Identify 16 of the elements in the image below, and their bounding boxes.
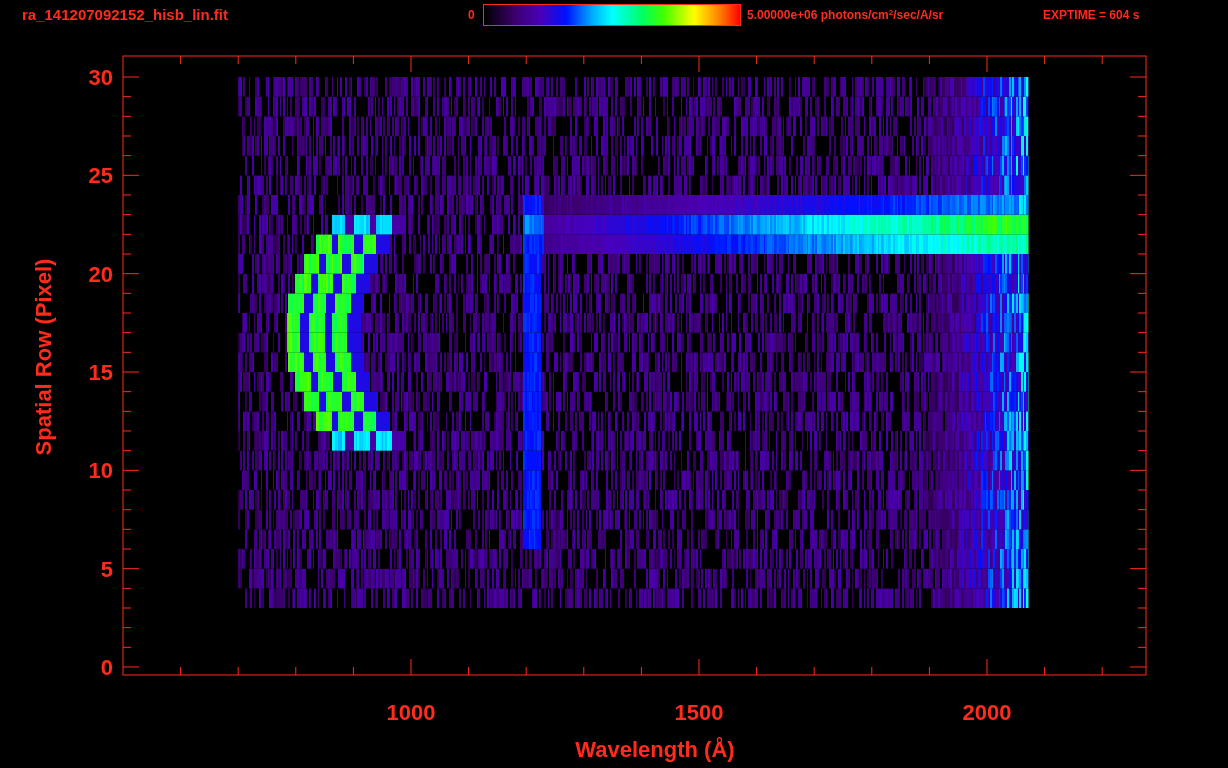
y-tick-label: 20 — [88, 261, 113, 287]
exposure-time: EXPTIME = 604 s — [1043, 7, 1140, 24]
y-tick-label: 25 — [88, 163, 113, 189]
y-tick-label: 0 — [100, 655, 113, 680]
y-axis-label: Spatial Row (Pixel) — [31, 258, 56, 456]
colorbar-min-label: 0 — [468, 7, 476, 24]
x-axis-label: Wavelength (Å) — [575, 737, 735, 762]
y-tick-label: 5 — [100, 556, 113, 582]
x-tick-label: 2000 — [962, 700, 1012, 725]
y-tick-label: 30 — [88, 65, 113, 90]
y-tick-label: 15 — [88, 360, 113, 385]
x-tick-label: 1000 — [386, 700, 436, 725]
colorbar-max-label: 5.00000e+06 photons/cm$^{2}$/sec/A/sr — [747, 7, 945, 24]
x-tick-label: 1500 — [674, 700, 724, 725]
file-name: ra_141207092152_hisb_lin.fit — [22, 4, 229, 25]
y-tick-label: 10 — [88, 458, 113, 484]
